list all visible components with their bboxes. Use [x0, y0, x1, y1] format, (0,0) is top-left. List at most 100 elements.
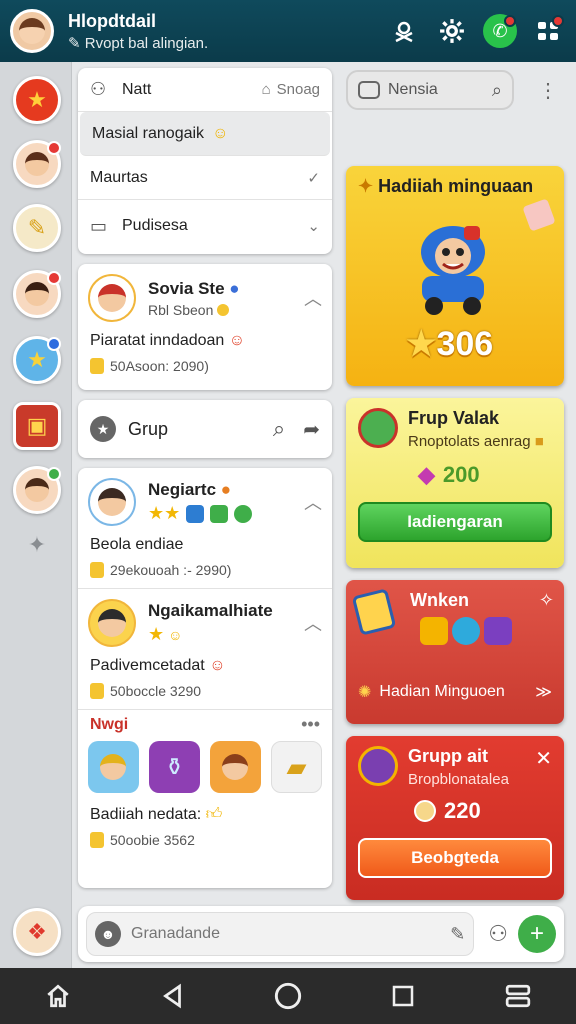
promo-group-gift[interactable]: Grupp ait Bropblonatalea ✕ 220 Beobgteda: [346, 736, 564, 900]
group-bar[interactable]: ★ Grup ⌕ ➦: [78, 400, 332, 458]
avatar-1[interactable]: [13, 140, 61, 188]
puzzle-icon[interactable]: ✦: [24, 532, 50, 558]
post-author-name: Ngaikamalhiate: [148, 601, 273, 620]
avatar-3[interactable]: [13, 466, 61, 514]
app-subtitle-text: Rvopt bal alingian.: [84, 34, 209, 52]
frog-icon: [358, 408, 398, 448]
sticker-icon[interactable]: ★: [13, 336, 61, 384]
sticker-pack-icon[interactable]: ❖: [13, 908, 61, 956]
post-text: Beola endiae: [90, 536, 184, 553]
whatsapp-icon[interactable]: ✆: [482, 13, 518, 49]
compose-field[interactable]: ☻ ✎: [86, 912, 475, 956]
post-footer: 50oobie 3562: [110, 832, 195, 848]
notification-dot: [504, 15, 516, 27]
home-circle-icon[interactable]: [264, 972, 312, 1020]
promo-value-number: 306: [436, 325, 494, 363]
avatar[interactable]: [88, 274, 136, 322]
gear-icon[interactable]: [434, 13, 470, 49]
sticker-thumb[interactable]: ⚱: [148, 741, 200, 793]
avatar-2[interactable]: [13, 270, 61, 318]
compose-bar: ☻ ✎ ⚇ +: [78, 906, 564, 962]
post-badges: ★★: [148, 503, 304, 524]
search-bar[interactable]: Nensia ⌕: [346, 70, 514, 110]
promo-group-challenge[interactable]: Frup Valak Rnoptolats aenrag ■ ◆ 200 Iad…: [346, 398, 564, 568]
left-rail: ★ ✎ ★ ▣ ✦ ❖: [0, 62, 72, 968]
post-card[interactable]: Sovia Ste ● Rbl Sbeon ︿ Piaratat inndado…: [78, 264, 332, 390]
search-icon[interactable]: ⌕: [492, 80, 502, 101]
post-author: Sovia Ste ●: [148, 279, 304, 299]
chevron-up-icon[interactable]: ︿: [304, 610, 322, 636]
notification-dot: [552, 15, 564, 27]
kebab-menu-icon[interactable]: ⋮: [538, 78, 558, 103]
feed-card: Negiartc ● ★★ ︿ Beola endiae 29ekouoah :…: [78, 468, 332, 888]
promo-button[interactable]: Iadiengaran: [358, 502, 552, 542]
post-meta-text: Rbl Sbeon: [148, 301, 214, 318]
promo-value: ★306: [406, 324, 493, 364]
grid-icon[interactable]: [530, 13, 566, 49]
emoji-icon: ☺: [209, 657, 226, 674]
post-meta: Rbl Sbeon: [148, 302, 304, 318]
promo-weekend[interactable]: Wnken ✧ ✺ Hadian Minguoen ≫: [346, 580, 564, 724]
pencil-icon[interactable]: ✎: [13, 204, 61, 252]
promo-title: Grupp ait: [408, 746, 488, 766]
avatar[interactable]: [88, 599, 136, 647]
share-icon[interactable]: ➦: [303, 417, 320, 442]
promo-button[interactable]: Beobgteda: [358, 838, 552, 878]
menu-row-natt[interactable]: ⚇ Natt ⌂ Snoag: [78, 68, 332, 112]
promo-value: 220: [414, 798, 552, 824]
user-avatar[interactable]: [10, 9, 54, 53]
sticker-thumb[interactable]: [209, 741, 261, 793]
promo-weekly-gift[interactable]: ✦ Hadiiah minguaan ★306: [346, 166, 564, 386]
gem-icon: ◆: [418, 462, 435, 487]
chat-icon: [358, 81, 380, 99]
back-icon[interactable]: [149, 972, 197, 1020]
sticker-thumb[interactable]: ▰: [270, 741, 322, 793]
chevron-up-icon[interactable]: ︿: [304, 285, 322, 311]
emoji-icon[interactable]: ☻: [95, 921, 121, 947]
book-icon[interactable]: ▣: [13, 402, 61, 450]
emoji-icon: ☺: [228, 332, 246, 349]
chevron-up-icon[interactable]: ︿: [304, 489, 322, 515]
menu-icon[interactable]: [494, 972, 542, 1020]
app-title: Hlopdtdail: [68, 10, 156, 31]
search-label: Nensia: [388, 81, 438, 98]
sparkle-icon: ✦: [358, 176, 374, 196]
menu-row-label: Natt: [122, 80, 152, 98]
mascot-car-icon: [421, 226, 485, 315]
close-icon[interactable]: ✕: [535, 746, 552, 771]
post-text: Piaratat inndadoan: [90, 332, 225, 349]
tag-icon: [522, 198, 556, 232]
sticker-thumb[interactable]: [88, 741, 139, 793]
app-subtitle: ✎ Rvopt bal alingian.: [68, 34, 209, 52]
promo-footer-text: Hadian Minguoen: [379, 683, 505, 700]
home-icon[interactable]: [34, 972, 82, 1020]
menu-row-maurtas[interactable]: Maurtas ✓: [78, 156, 332, 200]
app-header: Hlopdtdail ✎ Rvopt bal alingian. ✆: [0, 0, 576, 62]
verified-icon: ●: [229, 278, 240, 298]
home-star-icon[interactable]: ★: [13, 76, 61, 124]
add-button[interactable]: +: [518, 915, 556, 953]
book-icon: [351, 588, 397, 636]
user-icon[interactable]: ⚇: [488, 921, 508, 947]
menu-row-selected[interactable]: Masial ranogaik ☺: [80, 112, 330, 156]
search-icon[interactable]: ⌕: [273, 416, 285, 442]
menu-row-trail: Snoag: [276, 81, 320, 98]
check-icon: ✓: [307, 169, 320, 187]
chevron-down-icon[interactable]: ⌄: [307, 217, 320, 235]
menu-row-pudisesa[interactable]: ▭ Pudisesa ⌄: [78, 200, 332, 252]
section-label: Nwgi: [90, 715, 129, 733]
recents-icon[interactable]: [379, 972, 427, 1020]
avatar[interactable]: [88, 478, 136, 526]
arrow-icon[interactable]: ≫: [535, 682, 552, 702]
promo-footer: ✺ Hadian Minguoen ≫: [358, 682, 552, 702]
gift-icon: ■: [534, 433, 544, 450]
post-footer: 29ekouoah :- 2990): [110, 562, 232, 578]
message-input[interactable]: [131, 925, 411, 943]
coin-icon: [90, 683, 104, 699]
sticker-letters-icon: [420, 617, 552, 645]
post-text: Badiiah nedata:: [90, 806, 202, 823]
pen-icon[interactable]: ✎: [450, 924, 465, 945]
user-x-icon[interactable]: [386, 13, 422, 49]
post-text: Padivemcetadat: [90, 657, 205, 674]
more-icon[interactable]: •••: [301, 714, 320, 735]
